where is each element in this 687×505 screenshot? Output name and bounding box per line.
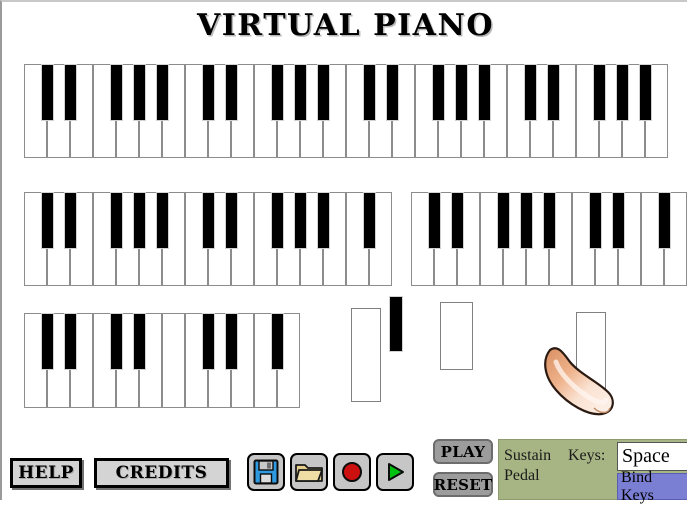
piano-black-key[interactable] bbox=[523, 64, 537, 121]
piano-black-key[interactable] bbox=[109, 192, 123, 249]
keyboard-row-2-right bbox=[411, 192, 687, 286]
piano-black-key[interactable] bbox=[293, 192, 307, 249]
page-title: VIRTUAL PIANO bbox=[196, 8, 494, 43]
piano-black-key[interactable] bbox=[385, 64, 399, 121]
piano-black-key[interactable] bbox=[224, 64, 238, 121]
piano-black-key[interactable] bbox=[270, 64, 284, 121]
piano-black-key[interactable] bbox=[588, 192, 602, 249]
piano-black-key[interactable] bbox=[657, 192, 671, 249]
detached-white-key-1[interactable] bbox=[351, 308, 381, 402]
piano-black-key[interactable] bbox=[477, 64, 491, 121]
piano-black-key[interactable] bbox=[224, 313, 238, 370]
piano-black-key[interactable] bbox=[592, 64, 606, 121]
play-button[interactable]: PLAY bbox=[433, 439, 493, 464]
piano-black-key[interactable] bbox=[109, 64, 123, 121]
keyboard-row-1 bbox=[24, 64, 668, 158]
piano-black-key[interactable] bbox=[293, 64, 307, 121]
piano-black-key[interactable] bbox=[450, 192, 464, 249]
piano-black-key[interactable] bbox=[316, 192, 330, 249]
piano-black-key[interactable] bbox=[63, 64, 77, 121]
piano-black-key[interactable] bbox=[63, 313, 77, 370]
piano-black-key[interactable] bbox=[546, 64, 560, 121]
piano-black-key[interactable] bbox=[201, 192, 215, 249]
bind-keys-button[interactable]: Bind Keys bbox=[617, 469, 687, 504]
sustain-pedal-label-line2: Pedal bbox=[504, 467, 540, 484]
piano-black-key[interactable] bbox=[132, 192, 146, 249]
piano-black-key[interactable] bbox=[40, 192, 54, 249]
piano-black-key[interactable] bbox=[155, 192, 169, 249]
piano-black-key[interactable] bbox=[496, 192, 510, 249]
piano-black-key[interactable] bbox=[132, 313, 146, 370]
piano-black-key[interactable] bbox=[362, 64, 376, 121]
piano-black-key[interactable] bbox=[40, 313, 54, 370]
piano-black-key[interactable] bbox=[132, 64, 146, 121]
detached-white-key-2[interactable] bbox=[440, 302, 473, 370]
virtual-piano-window: VIRTUAL PIANO HELP CREDITS PLAY RESET Su… bbox=[0, 0, 687, 504]
piano-black-key[interactable] bbox=[362, 192, 376, 249]
keyboard-row-2-left bbox=[24, 192, 392, 286]
piano-black-key[interactable] bbox=[427, 192, 441, 249]
piano-black-key[interactable] bbox=[270, 192, 284, 249]
piano-black-key[interactable] bbox=[40, 64, 54, 121]
play-preview-button[interactable] bbox=[376, 453, 414, 491]
piano-black-key[interactable] bbox=[224, 192, 238, 249]
piano-black-key[interactable] bbox=[316, 64, 330, 121]
piano-black-key[interactable] bbox=[611, 192, 625, 249]
play-icon bbox=[388, 463, 404, 481]
piano-black-key[interactable] bbox=[201, 313, 215, 370]
credits-button[interactable]: CREDITS bbox=[94, 458, 229, 488]
piano-black-key[interactable] bbox=[615, 64, 629, 121]
save-button[interactable] bbox=[247, 453, 285, 491]
piano-black-key[interactable] bbox=[201, 64, 215, 121]
piano-white-key[interactable] bbox=[162, 313, 185, 408]
piano-black-key[interactable] bbox=[454, 64, 468, 121]
sustain-pedal-label-line1: Sustain bbox=[504, 447, 552, 464]
record-button[interactable] bbox=[333, 453, 371, 491]
detached-white-key-3[interactable] bbox=[576, 312, 606, 400]
piano-black-key[interactable] bbox=[109, 313, 123, 370]
piano-black-key[interactable] bbox=[431, 64, 445, 121]
save-icon bbox=[253, 459, 279, 485]
piano-black-key[interactable] bbox=[638, 64, 652, 121]
help-button[interactable]: HELP bbox=[10, 458, 82, 488]
open-button[interactable] bbox=[290, 453, 328, 491]
piano-black-key[interactable] bbox=[519, 192, 533, 249]
piano-black-key[interactable] bbox=[155, 64, 169, 121]
reset-button[interactable]: RESET bbox=[433, 472, 493, 497]
open-folder-icon bbox=[295, 464, 323, 482]
keys-label: Keys: bbox=[568, 447, 606, 464]
piano-black-key[interactable] bbox=[542, 192, 556, 249]
piano-black-key[interactable] bbox=[63, 192, 77, 249]
record-icon bbox=[342, 462, 362, 482]
piano-black-key[interactable] bbox=[270, 313, 284, 370]
detached-black-key-1[interactable] bbox=[389, 296, 403, 352]
sustain-key-input[interactable]: Space bbox=[617, 442, 687, 471]
keyboard-row-3 bbox=[24, 313, 300, 408]
